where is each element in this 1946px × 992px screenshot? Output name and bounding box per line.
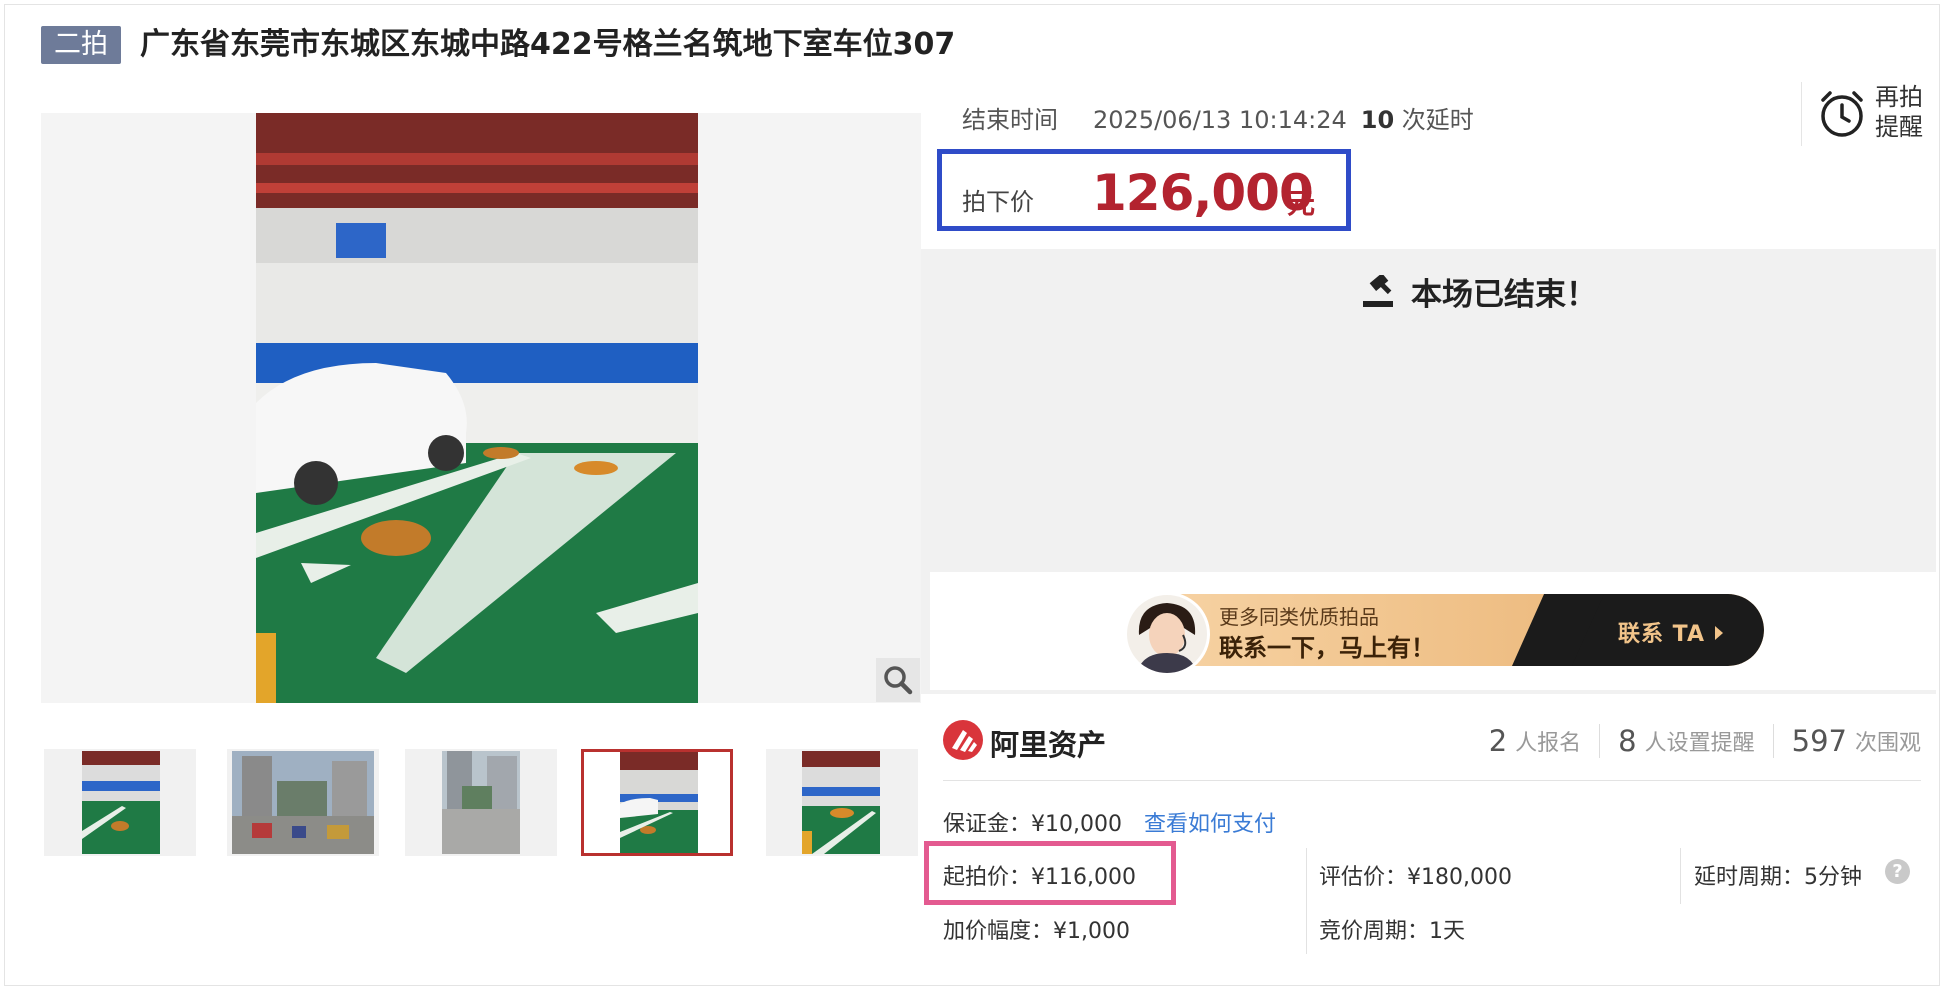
increment-info: 加价幅度：¥1,000 xyxy=(943,919,1130,944)
ali-assets-logo-icon xyxy=(943,720,983,760)
delay-count: 10 xyxy=(1360,106,1395,134)
caret-right-icon xyxy=(1714,626,1723,640)
remind-button[interactable]: 再拍 提醒 xyxy=(1801,82,1942,146)
contact-ta-button[interactable]: 联系 TA xyxy=(1618,616,1724,648)
how-to-pay-link[interactable]: 查看如何支付 xyxy=(1144,806,1276,838)
deal-price-value: 126,000 xyxy=(1092,164,1314,222)
bid-period-info: 竞价周期：1天 xyxy=(1319,919,1465,944)
column-divider xyxy=(1680,848,1681,904)
auction-ended-message: 本场已结束！ xyxy=(1361,269,1597,314)
main-photo[interactable] xyxy=(256,113,698,703)
delay-period-info: 延时周期：5分钟 xyxy=(1694,865,1862,890)
assessed-price-info: 评估价：¥180,000 xyxy=(1319,865,1512,890)
delay-suffix: 次延时 xyxy=(1401,106,1474,134)
signup-label: 人报名 xyxy=(1515,731,1582,756)
thumbnail-1[interactable] xyxy=(44,749,196,856)
column-divider xyxy=(1306,848,1307,954)
remind-count-label: 人设置提醒 xyxy=(1644,731,1755,756)
ended-text: 本场已结束！ xyxy=(1411,277,1597,313)
end-time-value: 2025/06/13 10:14:24 10 次延时 xyxy=(1093,100,1474,135)
deal-price-label: 拍下价 xyxy=(962,188,1034,216)
thumbnail-4-selected[interactable] xyxy=(581,749,733,856)
remind-count: 8 xyxy=(1618,724,1637,758)
gavel-icon xyxy=(1363,274,1393,307)
zoom-button[interactable] xyxy=(876,658,920,702)
view-count-label: 次围观 xyxy=(1854,731,1921,756)
question-icon[interactable]: ? xyxy=(1885,859,1910,884)
divider xyxy=(943,780,1921,781)
contact-ta-label: 联系 TA xyxy=(1618,622,1705,647)
remind-label: 再拍 提醒 xyxy=(1875,82,1923,142)
remind-line2: 提醒 xyxy=(1875,113,1923,141)
stats-divider xyxy=(1599,724,1601,758)
view-count: 597 xyxy=(1791,724,1847,758)
deposit-info: 保证金：¥10,000 xyxy=(943,812,1122,837)
thumbnail-2[interactable] xyxy=(227,749,379,856)
thumbnail-3[interactable] xyxy=(405,749,557,856)
remind-line1: 再拍 xyxy=(1875,83,1923,111)
signup-count: 2 xyxy=(1488,724,1508,758)
start-price-info: 起拍价：¥116,000 xyxy=(943,865,1136,890)
auction-stats: 2 人报名 8 人设置提醒 597 次围观 xyxy=(1489,724,1921,758)
page-title: 广东省东莞市东城区东城中路422号格兰名筑地下室车位307 xyxy=(140,27,956,62)
end-time-text: 2025/06/13 10:14:24 xyxy=(1093,106,1347,134)
deal-price-box: 拍下价 126,000 元 xyxy=(937,149,1351,231)
round-badge: 二拍 xyxy=(41,26,121,64)
stats-divider xyxy=(1772,724,1774,758)
end-time-label: 结束时间 xyxy=(962,106,1058,134)
promo-small-text: 更多同类优质拍品 xyxy=(1219,605,1379,629)
deal-price-unit: 元 xyxy=(1287,187,1316,220)
agent-avatar xyxy=(1124,592,1210,676)
thumbnail-5[interactable] xyxy=(766,749,918,856)
alarm-clock-icon xyxy=(1821,91,1863,137)
magnifier-icon xyxy=(884,666,913,695)
platform-name: 阿里资产 xyxy=(990,728,1107,762)
promo-big-text: 联系一下，马上有！ xyxy=(1219,634,1435,662)
